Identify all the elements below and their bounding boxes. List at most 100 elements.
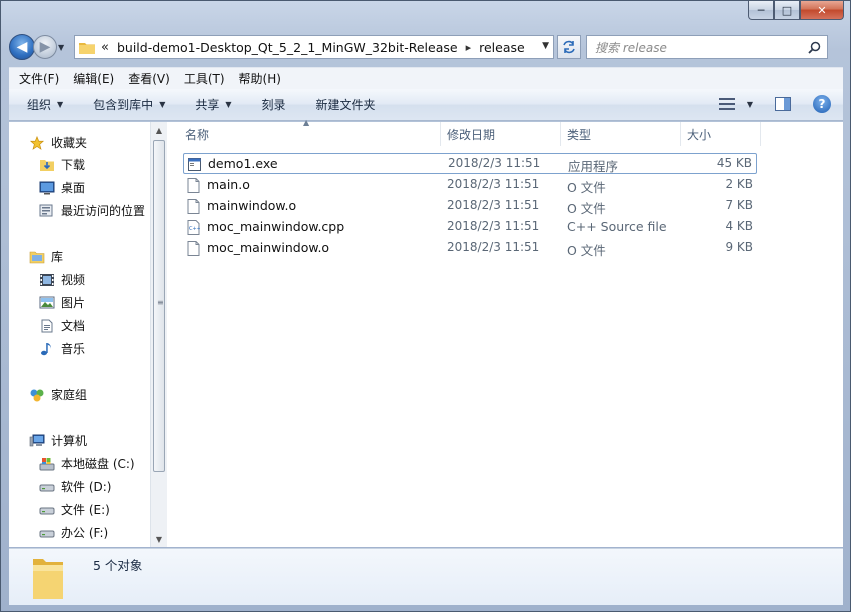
file-type: O 文件 (567, 243, 606, 258)
navigation-pane-scrollbar[interactable]: ▲ ≡ ▼ (150, 122, 167, 547)
column-divider[interactable] (440, 122, 441, 146)
file-size: 4 KB (725, 219, 753, 233)
column-divider[interactable] (680, 122, 681, 146)
minimize-button[interactable]: ─ (748, 1, 774, 20)
address-overflow-icon[interactable]: « (101, 40, 109, 55)
menu-view[interactable]: 查看(V) (128, 70, 170, 87)
burn-button[interactable]: 刻录 (262, 96, 286, 113)
address-bar[interactable]: « build-demo1-Desktop_Qt_5_2_1_MinGW_32b… (74, 35, 554, 59)
nav-drive-d-label: 软件 (D:) (61, 480, 112, 494)
view-options-icon[interactable] (718, 96, 737, 112)
column-header-name[interactable]: 名称 (185, 126, 209, 144)
nav-computer-label: 计算机 (51, 434, 88, 448)
file-row[interactable]: moc_mainwindow.o 2018/2/3 11:51 O 文件 9 K… (183, 238, 757, 259)
nav-videos[interactable]: 视频 (39, 271, 85, 288)
scroll-up-icon[interactable]: ▲ (151, 122, 167, 138)
file-date: 2018/2/3 11:51 (447, 240, 540, 254)
column-header-date[interactable]: 修改日期 (447, 126, 495, 144)
nav-drive-d[interactable]: 软件 (D:) (39, 478, 111, 495)
nav-drive-f-label: 办公 (F:) (61, 526, 109, 540)
organize-button[interactable]: 组织 ▼ (27, 96, 63, 113)
close-button[interactable]: ✕ (800, 1, 844, 20)
file-date: 2018/2/3 11:51 (447, 177, 540, 191)
nav-favorites[interactable]: 收藏夹 (29, 134, 87, 151)
explorer-window: ─ □ ✕ ◀ ▶ ▼ « build-demo1-Desktop_Qt_5_2… (0, 0, 851, 612)
cpp-file-icon: C++ (187, 220, 200, 235)
nav-drive-e[interactable]: 文件 (E:) (39, 501, 110, 518)
scrollbar-thumb[interactable]: ≡ (153, 140, 165, 472)
file-row[interactable]: mainwindow.o 2018/2/3 11:51 O 文件 7 KB (183, 196, 757, 217)
refresh-button[interactable] (557, 35, 581, 59)
nav-music-label: 音乐 (61, 342, 86, 356)
file-type: O 文件 (567, 201, 606, 216)
forward-button[interactable]: ▶ (33, 35, 57, 59)
search-icon[interactable] (808, 41, 821, 54)
file-date: 2018/2/3 11:51 (447, 219, 540, 233)
nav-homegroup-label: 家庭组 (51, 388, 88, 402)
include-in-library-button[interactable]: 包含到库中 ▼ (93, 96, 165, 113)
nav-homegroup[interactable]: 家庭组 (29, 386, 87, 403)
folder-icon (79, 42, 95, 54)
menu-file[interactable]: 文件(F) (19, 70, 59, 87)
video-icon (40, 273, 54, 286)
nav-libraries[interactable]: 库 (29, 248, 63, 265)
recent-pages-dropdown[interactable]: ▼ (58, 43, 70, 52)
menu-edit[interactable]: 编辑(E) (73, 70, 114, 87)
nav-downloads[interactable]: 下载 (39, 156, 85, 173)
nav-drive-c[interactable]: 本地磁盘 (C:) (39, 455, 135, 472)
file-name: mainwindow.o (207, 198, 297, 213)
file-date: 2018/2/3 11:51 (447, 198, 540, 212)
column-header-type[interactable]: 类型 (567, 126, 591, 144)
burn-label: 刻录 (261, 98, 286, 112)
nav-documents-label: 文档 (61, 319, 86, 333)
file-size: 7 KB (725, 198, 753, 212)
svg-text:C++: C++ (189, 226, 200, 232)
include-in-library-label: 包含到库中 (93, 98, 154, 112)
file-icon (187, 199, 200, 214)
details-pane: 5 个对象 (9, 548, 843, 605)
column-header-size[interactable]: 大小 (687, 126, 711, 144)
nav-drive-f[interactable]: 办公 (F:) (39, 524, 108, 541)
address-dropdown-icon[interactable]: ▼ (542, 41, 549, 51)
column-headers: ▲ 名称 修改日期 类型 大小 (167, 118, 843, 146)
item-count: 5 个对象 (93, 558, 143, 573)
nav-pictures[interactable]: 图片 (39, 294, 85, 311)
column-divider[interactable] (560, 122, 561, 146)
organize-label: 组织 (27, 98, 52, 112)
refresh-icon (563, 40, 575, 54)
back-button[interactable]: ◀ (9, 34, 35, 60)
breadcrumb-build-folder[interactable]: build-demo1-Desktop_Qt_5_2_1_MinGW_32bit… (117, 40, 458, 55)
breadcrumb-separator-icon[interactable]: ▸ (466, 41, 472, 54)
menu-bar: 文件(F) 编辑(E) 查看(V) 工具(T) 帮助(H) (9, 67, 843, 89)
new-folder-button[interactable]: 新建文件夹 (316, 96, 376, 113)
column-divider[interactable] (760, 122, 761, 146)
nav-libraries-label: 库 (51, 250, 64, 264)
maximize-button[interactable]: □ (774, 1, 800, 20)
nav-music[interactable]: 音乐 (39, 340, 85, 357)
exe-icon (188, 158, 201, 171)
view-dropdown-icon[interactable]: ▼ (747, 100, 753, 109)
nav-recent-places[interactable]: 最近访问的位置 (39, 202, 145, 219)
downloads-folder-icon (40, 159, 54, 171)
file-row[interactable]: C++ moc_mainwindow.cpp 2018/2/3 11:51 C+… (183, 217, 757, 238)
breadcrumb-release-folder[interactable]: release (479, 40, 525, 55)
share-button[interactable]: 共享 ▼ (195, 96, 231, 113)
drive-icon (39, 484, 55, 491)
share-label: 共享 (195, 98, 220, 112)
drive-icon (39, 507, 55, 514)
nav-desktop[interactable]: 桌面 (39, 179, 85, 196)
menu-help[interactable]: 帮助(H) (239, 70, 281, 87)
nav-documents[interactable]: 文档 (39, 317, 85, 334)
system-drive-icon (39, 457, 55, 470)
help-icon[interactable]: ? (813, 95, 831, 113)
scroll-down-icon[interactable]: ▼ (151, 531, 167, 547)
file-size: 9 KB (725, 240, 753, 254)
homegroup-icon (30, 389, 44, 401)
nav-recent-places-label: 最近访问的位置 (61, 204, 146, 218)
search-input[interactable]: 搜索 release (586, 35, 828, 59)
preview-pane-icon[interactable] (775, 97, 791, 111)
file-row[interactable]: demo1.exe 2018/2/3 11:51 应用程序 45 KB (183, 153, 757, 174)
menu-tools[interactable]: 工具(T) (184, 70, 225, 87)
nav-computer[interactable]: 计算机 (29, 432, 87, 449)
file-row[interactable]: main.o 2018/2/3 11:51 O 文件 2 KB (183, 175, 757, 196)
